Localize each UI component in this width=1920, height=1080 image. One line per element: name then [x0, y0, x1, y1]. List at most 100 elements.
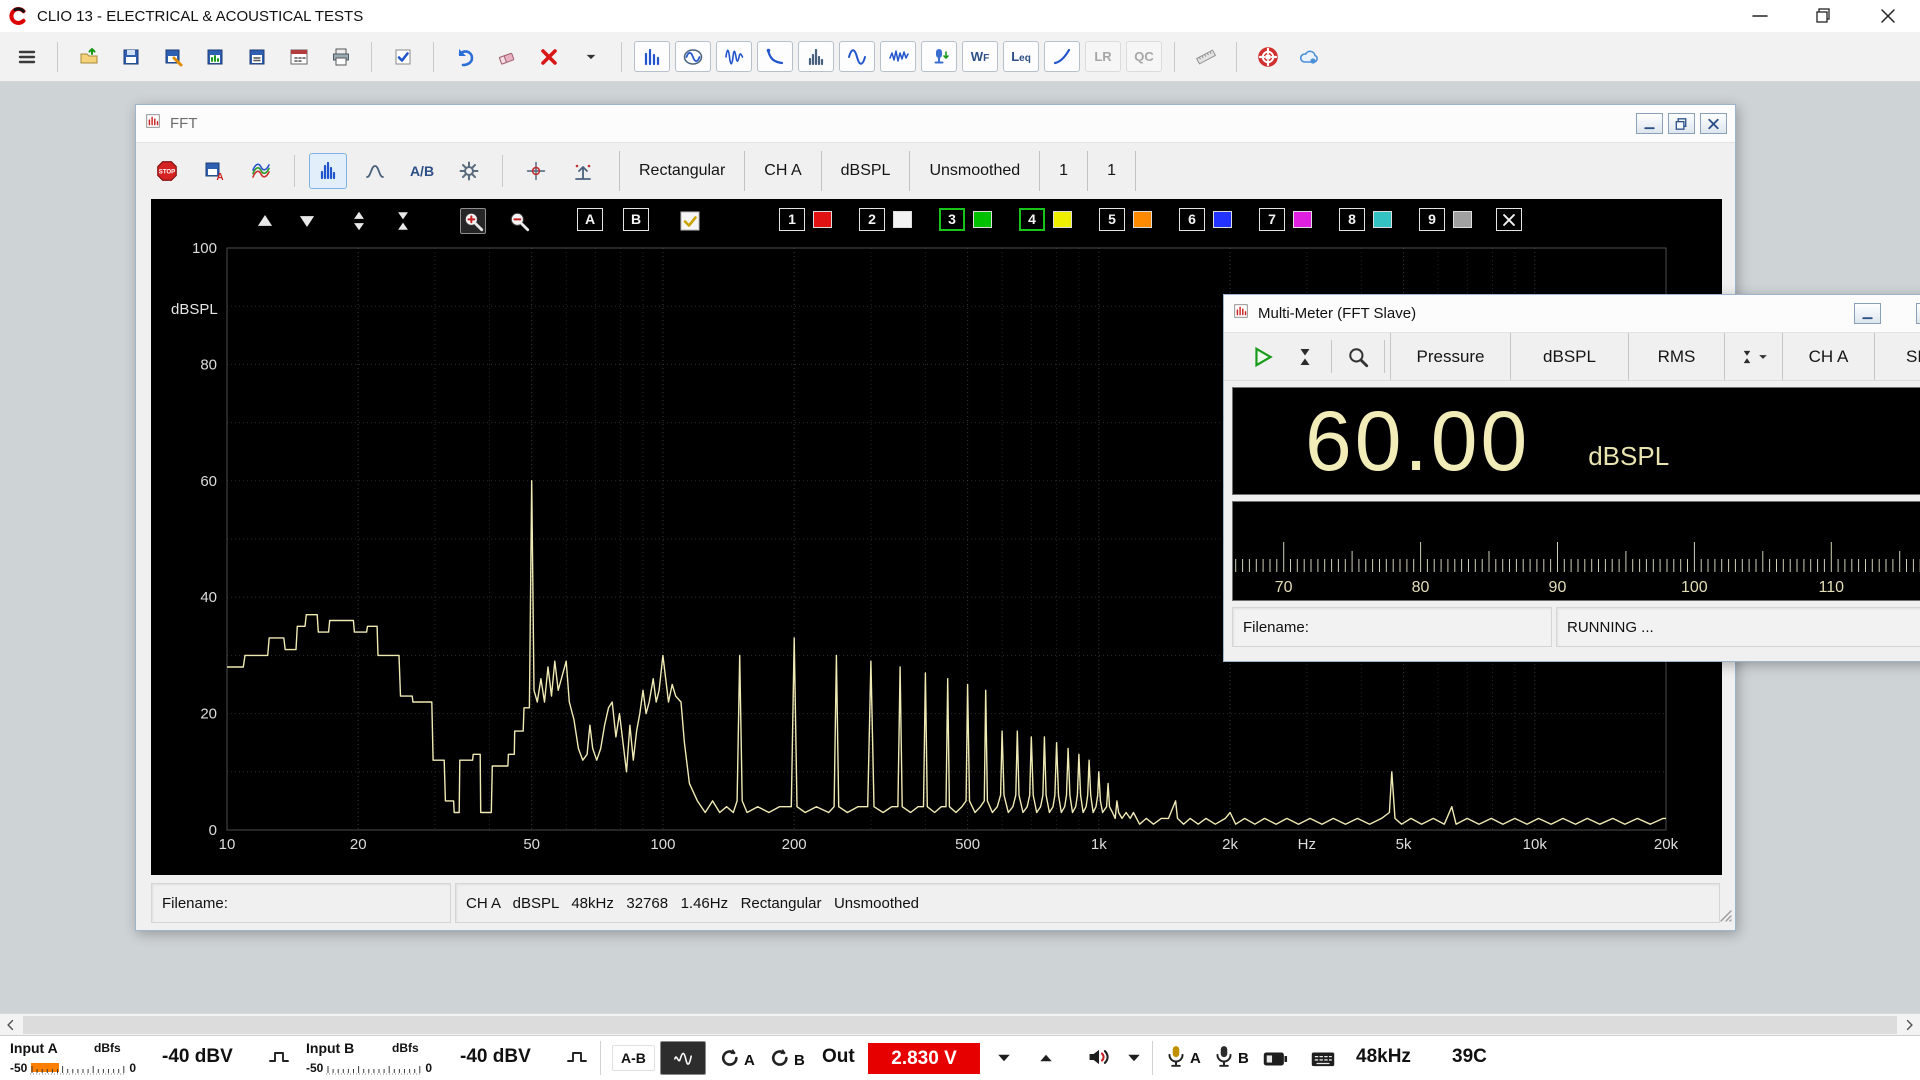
trace-2-color-swatch[interactable]	[893, 211, 912, 228]
battery-icon[interactable]	[1260, 1046, 1290, 1077]
verify-check-icon[interactable]	[384, 39, 421, 75]
input-a-range-icon[interactable]	[266, 1046, 292, 1073]
minimize-button[interactable]	[1728, 0, 1792, 32]
unit-selector[interactable]: dBSPL	[1510, 333, 1628, 380]
sweep-icon[interactable]	[1044, 41, 1080, 72]
mic-b-button[interactable]: B	[1212, 1043, 1249, 1074]
spectrum-icon[interactable]	[798, 41, 834, 72]
cloud-icon[interactable]	[1291, 39, 1328, 75]
trace-8-color-swatch[interactable]	[1373, 211, 1392, 228]
oscilloscope-icon[interactable]	[675, 41, 711, 72]
marker-checkbox[interactable]	[677, 208, 703, 234]
fft-analyzer-icon[interactable]	[634, 41, 670, 72]
meter-compress-button[interactable]	[1724, 333, 1782, 380]
mic-level-icon[interactable]	[921, 41, 957, 72]
save-measurement-icon[interactable]	[112, 39, 149, 75]
trace-1-button[interactable]: 1	[779, 208, 805, 231]
input-b-sensitivity-button[interactable]: -40 dBV	[460, 1046, 531, 1068]
trace-9-color-swatch[interactable]	[1453, 211, 1472, 228]
expand-scale-button[interactable]	[346, 208, 372, 234]
scale-selector[interactable]: SI	[1874, 333, 1920, 380]
bars-view-icon[interactable]	[309, 153, 347, 189]
scroll-right-button[interactable]	[1898, 1014, 1920, 1036]
fft-close-button[interactable]	[1700, 113, 1727, 134]
restore-button[interactable]	[1792, 0, 1856, 32]
peak-hold-icon[interactable]	[564, 153, 602, 189]
generator-output-button[interactable]	[1086, 1044, 1112, 1075]
overlay-a-button[interactable]: A	[577, 208, 603, 231]
close-button[interactable]	[1856, 0, 1920, 32]
trace-8-button[interactable]: 8	[1339, 208, 1365, 231]
multimeter-minimize-button[interactable]	[1854, 303, 1881, 324]
resize-grip[interactable]	[1719, 909, 1732, 927]
trace-6-color-swatch[interactable]	[1213, 211, 1232, 228]
multimeter-titlebar[interactable]: Multi-Meter (FFT Slave)	[1224, 295, 1920, 333]
fft-restore-button[interactable]	[1668, 113, 1695, 134]
undo-icon[interactable]	[446, 39, 483, 75]
app-titlebar[interactable]: CLIO 13 - ELECTRICAL & ACOUSTICAL TESTS	[0, 0, 1920, 32]
trace-3-color-swatch[interactable]	[973, 211, 992, 228]
scroll-left-button[interactable]	[0, 1014, 22, 1036]
trace-5-button[interactable]: 5	[1099, 208, 1125, 231]
noise-icon[interactable]	[880, 41, 916, 72]
trace-3-button[interactable]: 3	[939, 208, 965, 231]
erase-icon[interactable]	[488, 39, 525, 75]
ab-compare-button[interactable]: A/B	[403, 153, 441, 189]
input-a-sensitivity-button[interactable]: -40 dBV	[162, 1046, 233, 1068]
loop-b-button[interactable]: B	[768, 1046, 805, 1075]
waterfall-icon[interactable]	[242, 153, 280, 189]
open-measurement-icon[interactable]	[70, 39, 107, 75]
trace-4-color-swatch[interactable]	[1053, 211, 1072, 228]
trace-2-button[interactable]: 2	[859, 208, 885, 231]
trace-4-button[interactable]: 4	[1019, 208, 1045, 231]
scale-up-button[interactable]	[252, 208, 278, 234]
fft-selector-0[interactable]: Rectangular	[619, 151, 744, 191]
fft-selector-3[interactable]: Unsmoothed	[909, 151, 1039, 191]
zoom-out-button[interactable]	[506, 208, 532, 234]
help-icon[interactable]	[1249, 39, 1286, 75]
export-data-icon[interactable]	[238, 39, 275, 75]
menu-icon[interactable]	[8, 39, 45, 75]
trace-1-color-swatch[interactable]	[813, 211, 832, 228]
settings-gear-icon[interactable]	[450, 153, 488, 189]
stop-button[interactable]: STOP	[148, 153, 186, 189]
channel-selector[interactable]: CH A	[1782, 333, 1874, 380]
delete-icon[interactable]	[530, 39, 567, 75]
mic-a-button[interactable]: A	[1164, 1043, 1201, 1074]
detector-selector[interactable]: RMS	[1628, 333, 1724, 380]
input-b-range-icon[interactable]	[564, 1046, 590, 1073]
sinusoidal-icon[interactable]	[839, 41, 875, 72]
ruler-icon[interactable]	[1187, 39, 1224, 75]
fft-selector-4[interactable]: 1	[1039, 151, 1087, 191]
output-down-button[interactable]	[994, 1049, 1014, 1072]
fft-minimize-button[interactable]	[1636, 113, 1663, 134]
delete-caret-icon[interactable]	[572, 39, 609, 75]
decay-icon[interactable]	[757, 41, 793, 72]
trace-5-color-swatch[interactable]	[1133, 211, 1152, 228]
meter-zoom-button[interactable]	[1337, 333, 1379, 380]
trace-7-button[interactable]: 7	[1259, 208, 1285, 231]
fft-selector-1[interactable]: CH A	[744, 151, 820, 191]
save-as-icon[interactable]	[154, 39, 191, 75]
zoom-in-button[interactable]	[460, 208, 486, 234]
output-level-display[interactable]: 2.830 V	[868, 1043, 980, 1074]
transient-icon[interactable]	[716, 41, 752, 72]
generator-menu-caret[interactable]	[1124, 1049, 1144, 1072]
trace-7-color-swatch[interactable]	[1293, 211, 1312, 228]
scrollbar-thumb[interactable]	[23, 1016, 1897, 1034]
fft-selector-5[interactable]: 1	[1087, 151, 1136, 191]
multimeter-close-button[interactable]	[1916, 303, 1920, 324]
meter-hold-button[interactable]	[1284, 333, 1326, 380]
marker-icon[interactable]	[517, 153, 555, 189]
print-icon[interactable]	[322, 39, 359, 75]
leq-tool-button[interactable]: Leq	[1003, 41, 1039, 72]
keyboard-icon[interactable]	[1308, 1046, 1338, 1077]
ab-difference-button[interactable]: A-B	[612, 1045, 655, 1071]
distribution-view-icon[interactable]	[356, 153, 394, 189]
generator-waveform-button[interactable]	[660, 1041, 706, 1075]
trace-9-button[interactable]: 9	[1419, 208, 1445, 231]
trace-6-button[interactable]: 6	[1179, 208, 1205, 231]
fft-window-titlebar[interactable]: FFT	[136, 105, 1735, 143]
horizontal-scrollbar[interactable]	[0, 1013, 1920, 1035]
meter-start-button[interactable]	[1242, 333, 1284, 380]
